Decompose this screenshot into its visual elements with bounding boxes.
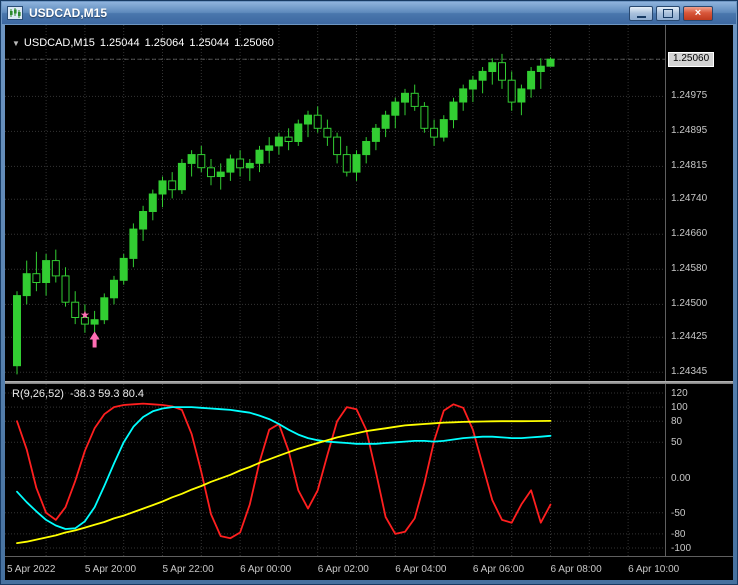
indicator-axis-label: 50 (671, 437, 683, 449)
window-controls: × (629, 5, 713, 21)
price-axis-label: 1.24815 (671, 160, 708, 172)
close-icon: × (694, 6, 702, 19)
ohlc-symbol: USDCAD,M15 (23, 37, 95, 49)
ohlc-header: ▼ USDCAD,M15 1.25044 1.25064 1.25044 1.25060 (12, 37, 279, 49)
window-titlebar[interactable]: USDCAD,M15 × (2, 2, 736, 24)
indicator-axis-label: -100 (671, 543, 692, 555)
ohlc-close: 1.25060 (234, 37, 274, 49)
time-axis-label: 6 Apr 10:00 (628, 564, 680, 575)
indicator-values: -38.3 59.3 80.4 (69, 388, 144, 400)
time-axis-label: 6 Apr 00:00 (240, 564, 292, 575)
time-axis-label: 5 Apr 2022 (7, 564, 56, 575)
indicator-plot (5, 384, 665, 556)
indicator-axis-label: 0.00 (671, 472, 691, 484)
price-axis-label: 1.24345 (671, 366, 708, 378)
minimize-icon (636, 15, 646, 18)
indicator-label: R(9,26,52) -38.3 59.3 80.4 (12, 388, 150, 400)
close-button[interactable]: × (683, 5, 713, 21)
indicator-axis-label: -80 (671, 528, 686, 540)
indicator-name: R(9,26,52) (12, 388, 64, 400)
price-axis-label: 1.24975 (671, 90, 708, 102)
chart-window: USDCAD,M15 × ★ ▼ USDCAD,M15 1.25044 1.25064… (0, 0, 738, 585)
time-axis-label: 5 Apr 22:00 (162, 564, 214, 575)
time-axis-label: 5 Apr 20:00 (84, 564, 137, 575)
time-axis-label: 6 Apr 04:00 (395, 564, 447, 575)
price-panel[interactable]: ★ ▼ USDCAD,M15 1.25044 1.25064 1.25044 1.2506… (5, 25, 665, 381)
price-axis-label: 1.24740 (671, 193, 708, 205)
chart-client-area: ★ ▼ USDCAD,M15 1.25044 1.25064 1.25044 1.2506… (5, 25, 733, 580)
price-axis-label: 1.24500 (671, 298, 708, 310)
svg-text:★: ★ (80, 308, 90, 321)
indicator-axis-label: 100 (671, 402, 688, 414)
window-title: USDCAD,M15 (29, 6, 108, 20)
restore-icon (663, 8, 673, 18)
time-axis[interactable]: 5 Apr 2022 5 Apr 20:00 5 Apr 22:00 6 Apr 00… (5, 556, 733, 583)
price-axis-label: 1.24660 (671, 228, 708, 240)
restore-button[interactable] (656, 5, 680, 21)
indicator-axis[interactable]: 120 100 80 50 0.00 -50 -80 -100 (665, 384, 736, 556)
time-axis-label: 6 Apr 08:00 (550, 564, 602, 575)
chart-window-icon (7, 6, 23, 20)
ohlc-open: 1.25044 (99, 37, 140, 49)
collapse-arrow-icon[interactable]: ▼ (12, 39, 20, 48)
price-axis-label: 1.24895 (671, 125, 708, 137)
ohlc-low: 1.25044 (189, 37, 230, 49)
indicator-axis-label: 120 (671, 388, 688, 400)
current-price-label: 1.25060 (668, 52, 715, 68)
time-axis-label: 6 Apr 02:00 (317, 564, 369, 575)
ohlc-high: 1.25064 (144, 37, 185, 49)
price-plot: ★ (5, 25, 665, 381)
indicator-panel[interactable]: R(9,26,52) -38.3 59.3 80.4 (5, 384, 665, 556)
time-axis-label: 6 Apr 06:00 (472, 564, 525, 575)
indicator-axis-label: -50 (671, 507, 686, 519)
minimize-button[interactable] (629, 5, 653, 21)
price-axis-label: 1.24425 (671, 331, 708, 343)
price-axis-label: 1.24580 (671, 263, 708, 275)
price-axis[interactable]: 1.25060 1.24975 1.24895 1.24815 1.24740 1.246… (665, 25, 736, 381)
indicator-axis-label: 80 (671, 416, 683, 428)
